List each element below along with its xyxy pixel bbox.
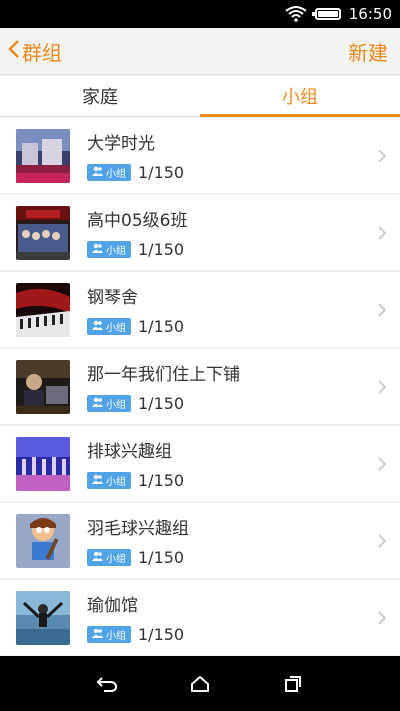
group-thumbnail: [16, 205, 70, 260]
group-name: 排球兴趣组: [87, 442, 172, 462]
group-thumbnail: [16, 513, 70, 568]
member-count: 1/150: [138, 625, 185, 644]
navbar: 群组 新建: [0, 28, 400, 75]
group-thumbnail: [16, 436, 70, 491]
battery-icon: [311, 8, 341, 20]
tab-family[interactable]: 家庭: [0, 76, 200, 116]
list-item[interactable]: 那一年我们住上下铺 小组 1/150: [0, 349, 400, 424]
people-icon: [92, 397, 103, 410]
tab-bar: 家庭 小组: [0, 76, 400, 117]
chevron-right-icon: [372, 148, 386, 163]
group-badge: 小组: [87, 318, 131, 335]
list-item[interactable]: 排球兴趣组 小组 1/150: [0, 426, 400, 501]
member-count: 1/150: [138, 394, 185, 413]
home-icon[interactable]: [180, 664, 220, 704]
group-list: 大学时光 小组 1/150 高中05级6班 小组 1/150 钢琴舍 小组 1/…: [0, 118, 400, 656]
member-count: 1/150: [138, 163, 185, 182]
group-badge: 小组: [87, 472, 131, 489]
chevron-right-icon: [372, 379, 386, 394]
group-name: 那一年我们住上下铺: [87, 365, 240, 385]
people-icon: [92, 551, 103, 564]
group-name: 大学时光: [87, 134, 155, 154]
group-thumbnail: [16, 282, 70, 337]
list-item[interactable]: 大学时光 小组 1/150: [0, 118, 400, 193]
system-nav-bar: [0, 656, 400, 711]
group-badge: 小组: [87, 164, 131, 181]
chevron-left-icon: [8, 39, 22, 64]
badge-label: 小组: [106, 169, 126, 180]
people-icon: [92, 320, 103, 333]
list-item[interactable]: 钢琴舍 小组 1/150: [0, 272, 400, 347]
chevron-right-icon: [372, 533, 386, 548]
badge-label: 小组: [106, 246, 126, 257]
group-thumbnail: [16, 590, 70, 645]
list-item[interactable]: 高中05级6班 小组 1/150: [0, 195, 400, 270]
member-count: 1/150: [138, 317, 185, 336]
group-name: 钢琴舍: [87, 288, 138, 308]
back-icon[interactable]: [87, 664, 127, 704]
list-item[interactable]: 羽毛球兴趣组 小组 1/150: [0, 503, 400, 578]
group-badge: 小组: [87, 395, 131, 412]
people-icon: [92, 474, 103, 487]
group-badge: 小组: [87, 549, 131, 566]
badge-label: 小组: [106, 400, 126, 411]
group-thumbnail: [16, 128, 70, 183]
group-name: 高中05级6班: [87, 211, 188, 231]
people-icon: [92, 243, 103, 256]
chevron-right-icon: [372, 225, 386, 240]
people-icon: [92, 166, 103, 179]
chevron-right-icon: [372, 456, 386, 471]
group-badge: 小组: [87, 626, 131, 643]
group-badge: 小组: [87, 241, 131, 258]
tab-group[interactable]: 小组: [200, 76, 400, 117]
group-name: 瑜伽馆: [87, 596, 138, 616]
badge-label: 小组: [106, 631, 126, 642]
badge-label: 小组: [106, 323, 126, 334]
screen: 16:50 群组 新建 家庭 小组 大学时光 小组 1/150 高中05级6班 …: [0, 0, 400, 711]
wifi-icon: [285, 6, 307, 22]
member-count: 1/150: [138, 471, 185, 490]
badge-label: 小组: [106, 554, 126, 565]
badge-label: 小组: [106, 477, 126, 488]
group-name: 羽毛球兴趣组: [87, 519, 189, 539]
status-bar: 16:50: [0, 0, 400, 28]
chevron-right-icon: [372, 610, 386, 625]
member-count: 1/150: [138, 548, 185, 567]
people-icon: [92, 628, 103, 641]
back-label: 群组: [22, 40, 62, 65]
status-time: 16:50: [348, 5, 392, 23]
recents-icon[interactable]: [273, 664, 313, 704]
back-button[interactable]: 群组: [8, 37, 62, 66]
member-count: 1/150: [138, 240, 185, 259]
group-thumbnail: [16, 359, 70, 414]
new-button[interactable]: 新建: [348, 37, 388, 66]
chevron-right-icon: [372, 302, 386, 317]
list-item[interactable]: 瑜伽馆 小组 1/150: [0, 580, 400, 655]
